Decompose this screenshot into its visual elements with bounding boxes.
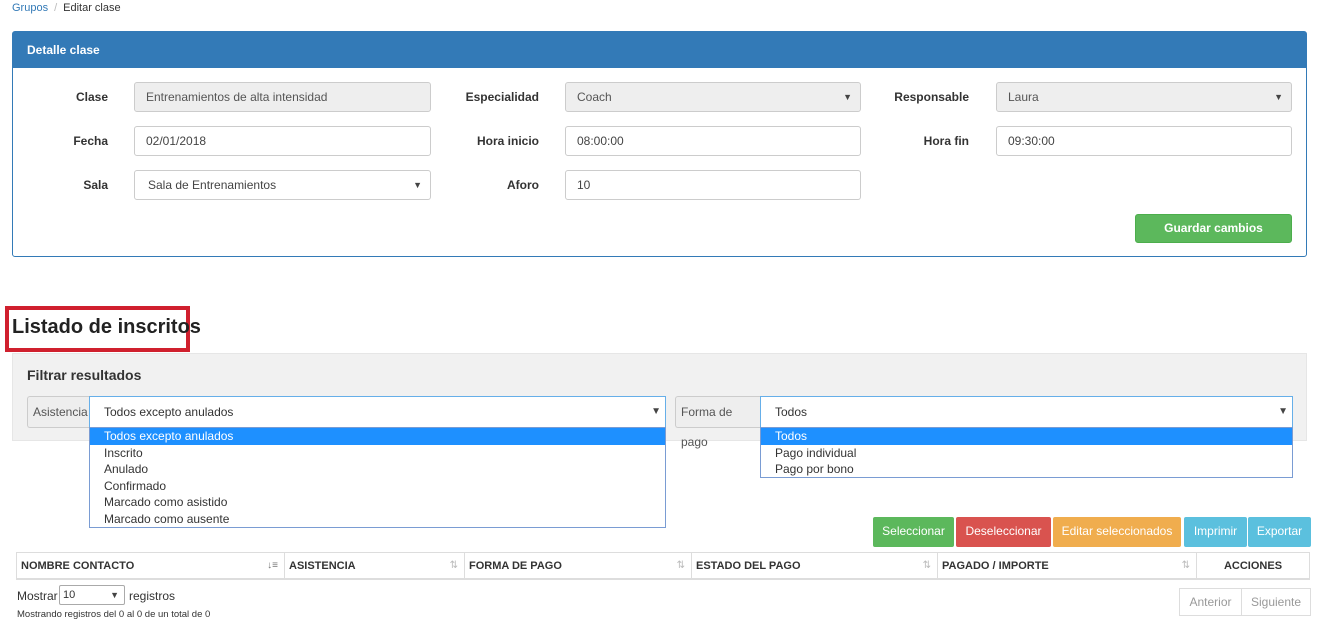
dropdown-option[interactable]: Pago individual [761, 445, 1292, 462]
column-header-nombre[interactable]: NOMBRE CONTACTO ↓≡ [17, 553, 285, 579]
dropdown-option[interactable]: Todos [761, 428, 1292, 445]
column-label: PAGADO / IMPORTE [942, 560, 1049, 572]
previous-page-button[interactable]: Anterior [1179, 588, 1242, 616]
dropdown-option[interactable]: Marcado como ausente [90, 511, 665, 528]
column-header-asistencia[interactable]: ASISTENCIA ⇅ [285, 553, 465, 579]
responsable-select: Laura ▼ [996, 82, 1292, 112]
breadcrumb-separator: / [54, 2, 58, 14]
caret-down-icon: ▼ [651, 406, 661, 417]
asistencia-dropdown: Todos excepto anulados Inscrito Anulado … [89, 427, 666, 528]
forma-pago-addon: Forma de pago [675, 396, 761, 449]
print-button[interactable]: Imprimir [1184, 517, 1247, 547]
caret-down-icon: ▼ [1278, 406, 1288, 417]
dropdown-option[interactable]: Confirmado [90, 478, 665, 495]
column-label: ASISTENCIA [289, 560, 356, 572]
asistencia-select[interactable]: Todos excepto anulados ▼ [89, 396, 666, 428]
save-changes-button[interactable]: Guardar cambios [1135, 214, 1292, 243]
filter-title: Filtrar resultados [27, 367, 142, 383]
show-label: Mostrar [17, 589, 58, 603]
edit-selected-button[interactable]: Editar seleccionados [1053, 517, 1181, 547]
column-header-estado-pago[interactable]: ESTADO DEL PAGO ⇅ [692, 553, 938, 579]
fecha-label: Fecha [73, 134, 108, 148]
clase-label: Clase [75, 90, 108, 104]
caret-down-icon: ▼ [413, 180, 422, 190]
especialidad-select: Coach ▼ [565, 82, 861, 112]
forma-pago-dropdown: Todos Pago individual Pago por bono [760, 427, 1293, 478]
responsable-label: Responsable [894, 90, 969, 104]
column-label: NOMBRE CONTACTO [21, 560, 135, 572]
column-header-forma-pago[interactable]: FORMA DE PAGO ⇅ [465, 553, 692, 579]
dropdown-option[interactable]: Marcado como asistido [90, 494, 665, 511]
clase-field: Entrenamientos de alta intensidad [134, 82, 431, 112]
page-length-value: 10 [63, 589, 76, 601]
deselect-button[interactable]: Deseleccionar [956, 517, 1051, 547]
column-header-pagado[interactable]: PAGADO / IMPORTE ⇅ [938, 553, 1197, 579]
next-page-button[interactable]: Siguiente [1241, 588, 1311, 616]
export-button[interactable]: Exportar [1248, 517, 1311, 547]
section-title: Listado de inscritos [12, 316, 201, 338]
hora-inicio-label: Hora inicio [476, 134, 539, 148]
sort-icon: ⇅ [922, 560, 931, 571]
asistencia-value: Todos excepto anulados [104, 405, 234, 419]
asistencia-addon: Asistencia [27, 396, 90, 428]
column-label: FORMA DE PAGO [469, 560, 562, 572]
sala-label: Sala [83, 178, 108, 192]
table-info: Mostrando registros del 0 al 0 de un tot… [17, 609, 211, 620]
sort-desc-icon: ↓≡ [267, 560, 278, 571]
forma-pago-select[interactable]: Todos ▼ [760, 396, 1293, 428]
sala-value: Sala de Entrenamientos [148, 178, 277, 192]
dropdown-option[interactable]: Anulado [90, 461, 665, 478]
responsable-value: Laura [1008, 90, 1039, 104]
caret-down-icon: ▼ [110, 590, 119, 600]
column-label: ESTADO DEL PAGO [696, 560, 801, 572]
especialidad-label: Especialidad [465, 90, 539, 104]
records-label: registros [129, 589, 176, 603]
sort-icon: ⇅ [1181, 560, 1190, 571]
select-button[interactable]: Seleccionar [873, 517, 954, 547]
especialidad-value: Coach [577, 90, 612, 104]
column-header-acciones: ACCIONES [1223, 560, 1283, 572]
aforo-label: Aforo [507, 178, 539, 192]
dropdown-option[interactable]: Todos excepto anulados [90, 428, 665, 445]
sort-icon: ⇅ [449, 560, 458, 571]
dropdown-option[interactable]: Inscrito [90, 445, 665, 462]
caret-down-icon: ▼ [1274, 92, 1283, 102]
sala-select[interactable]: Sala de Entrenamientos ▼ [134, 170, 431, 200]
aforo-input[interactable]: 10 [565, 170, 861, 200]
fecha-input[interactable]: 02/01/2018 [134, 126, 431, 156]
breadcrumb: Grupos / Editar clase [12, 2, 121, 14]
caret-down-icon: ▼ [843, 92, 852, 102]
breadcrumb-link-grupos[interactable]: Grupos [12, 2, 48, 14]
hora-inicio-input[interactable]: 08:00:00 [565, 126, 861, 156]
panel-heading: Detalle clase [13, 32, 1306, 68]
table-header: NOMBRE CONTACTO ↓≡ ASISTENCIA ⇅ FORMA DE P… [16, 552, 1310, 580]
sort-icon: ⇅ [676, 560, 685, 571]
hora-fin-input[interactable]: 09:30:00 [996, 126, 1292, 156]
hora-fin-label: Hora fin [923, 134, 969, 148]
page-length-select[interactable]: 10 ▼ [59, 585, 125, 605]
forma-pago-value: Todos [775, 405, 808, 419]
breadcrumb-current: Editar clase [63, 2, 121, 14]
dropdown-option[interactable]: Pago por bono [761, 461, 1292, 478]
